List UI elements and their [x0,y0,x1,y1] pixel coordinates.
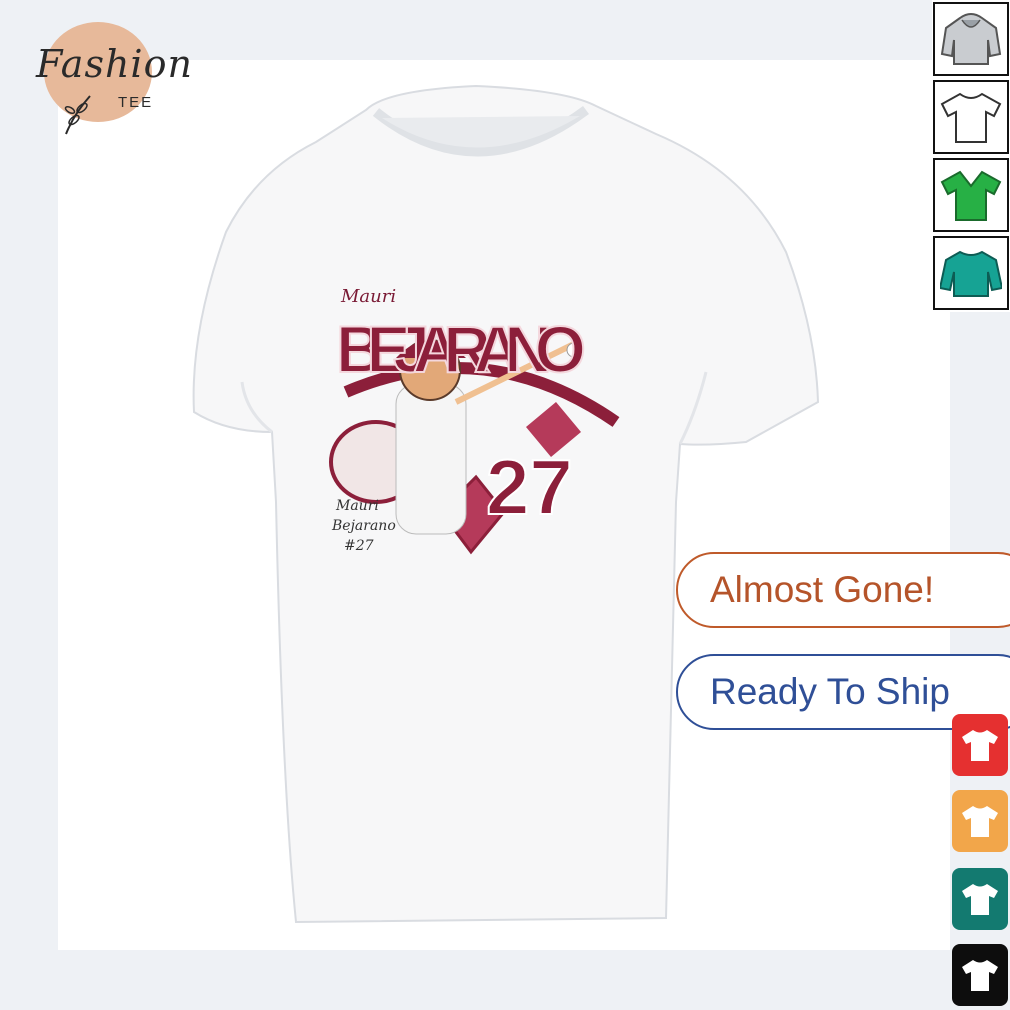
print-signature-line1: Mauri [335,498,379,514]
color-swatch-red[interactable] [952,714,1008,776]
product-tshirt-image: Mauri BEJARANO 27 Mauri Bejarano #27 [192,84,820,924]
tshirt-icon [962,806,998,837]
print-signature-line3: #27 [344,538,374,554]
sweatshirt-icon [940,250,1002,297]
variant-tshirt[interactable] [933,80,1009,154]
color-swatch-black[interactable] [952,944,1008,1006]
logo-wordmark: Fashion [36,42,193,86]
tshirt-icon [962,884,998,915]
style-variant-list [932,0,1010,312]
logo-subtitle: TEE [118,94,154,111]
leaf-icon [64,95,91,135]
stock-badge: Almost Gone! [676,552,1010,628]
print-signature-line2: Bejarano [331,518,396,534]
tshirt-icon [962,960,998,991]
tshirt-icon [940,92,1002,143]
hoodie-icon [940,13,1002,65]
tshirt-icon [962,730,998,761]
print-first-name: Mauri [340,286,396,307]
color-swatch-teal[interactable] [952,868,1008,930]
vneck-icon [940,170,1002,221]
color-swatch-orange[interactable] [952,790,1008,852]
brand-logo[interactable]: Fashion TEE [30,20,192,135]
variant-sweatshirt[interactable] [933,236,1009,310]
print-number: 27 [486,443,573,531]
variant-hoodie[interactable] [933,2,1009,76]
variant-vneck[interactable] [933,158,1009,232]
print-last-name: BEJARANO [336,312,586,386]
